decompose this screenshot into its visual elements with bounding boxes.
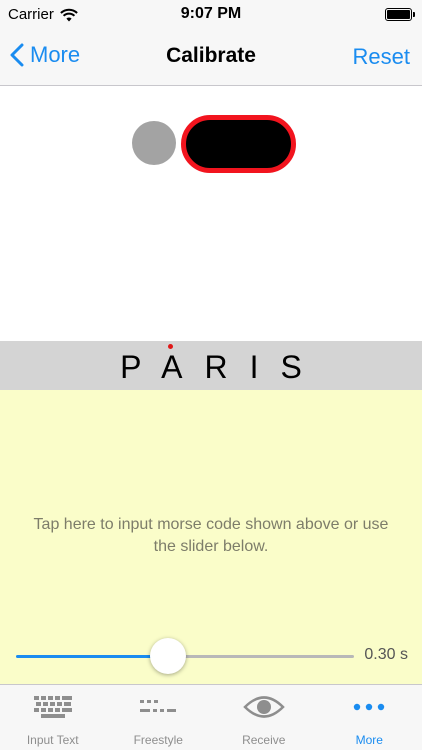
word-strip: PARIS [0,341,422,390]
morse-dot [132,121,176,165]
tab-label: Receive [242,733,286,747]
slider-thumb[interactable] [150,638,186,674]
tab-receive[interactable]: Receive [211,685,317,750]
keyboard-icon [33,696,72,718]
morse-tap-area[interactable]: Tap here to input morse code shown above… [0,390,422,684]
tab-freestyle[interactable]: Freestyle [106,685,212,750]
battery-icon [385,8,415,21]
tab-label: More [355,733,383,747]
reset-button[interactable]: Reset [353,44,410,70]
tab-more[interactable]: More [317,685,422,750]
status-bar: Carrier 9:07 PM [0,0,422,30]
instruction-text: Tap here to input morse code shown above… [33,516,389,555]
speed-slider[interactable] [16,638,354,674]
more-dots-icon [354,703,385,711]
status-time: 9:07 PM [180,5,242,22]
calibration-word: PARIS [120,349,324,385]
slider-track-empty [168,655,354,658]
morse-dash-highlighted [181,115,296,173]
tab-input-text[interactable]: Input Text [0,685,106,750]
tab-bar: Input Text Freestyle Receive More [0,684,422,750]
slider-track-filled [16,655,168,658]
navigation-bar: More Calibrate Reset [0,30,422,86]
slider-value-label: 0.30 s [364,646,408,663]
eye-icon [242,696,285,718]
tab-label: Freestyle [133,733,183,747]
tab-label: Input Text [26,733,79,747]
morse-dots-icon [140,700,177,712]
morse-display [0,87,422,341]
